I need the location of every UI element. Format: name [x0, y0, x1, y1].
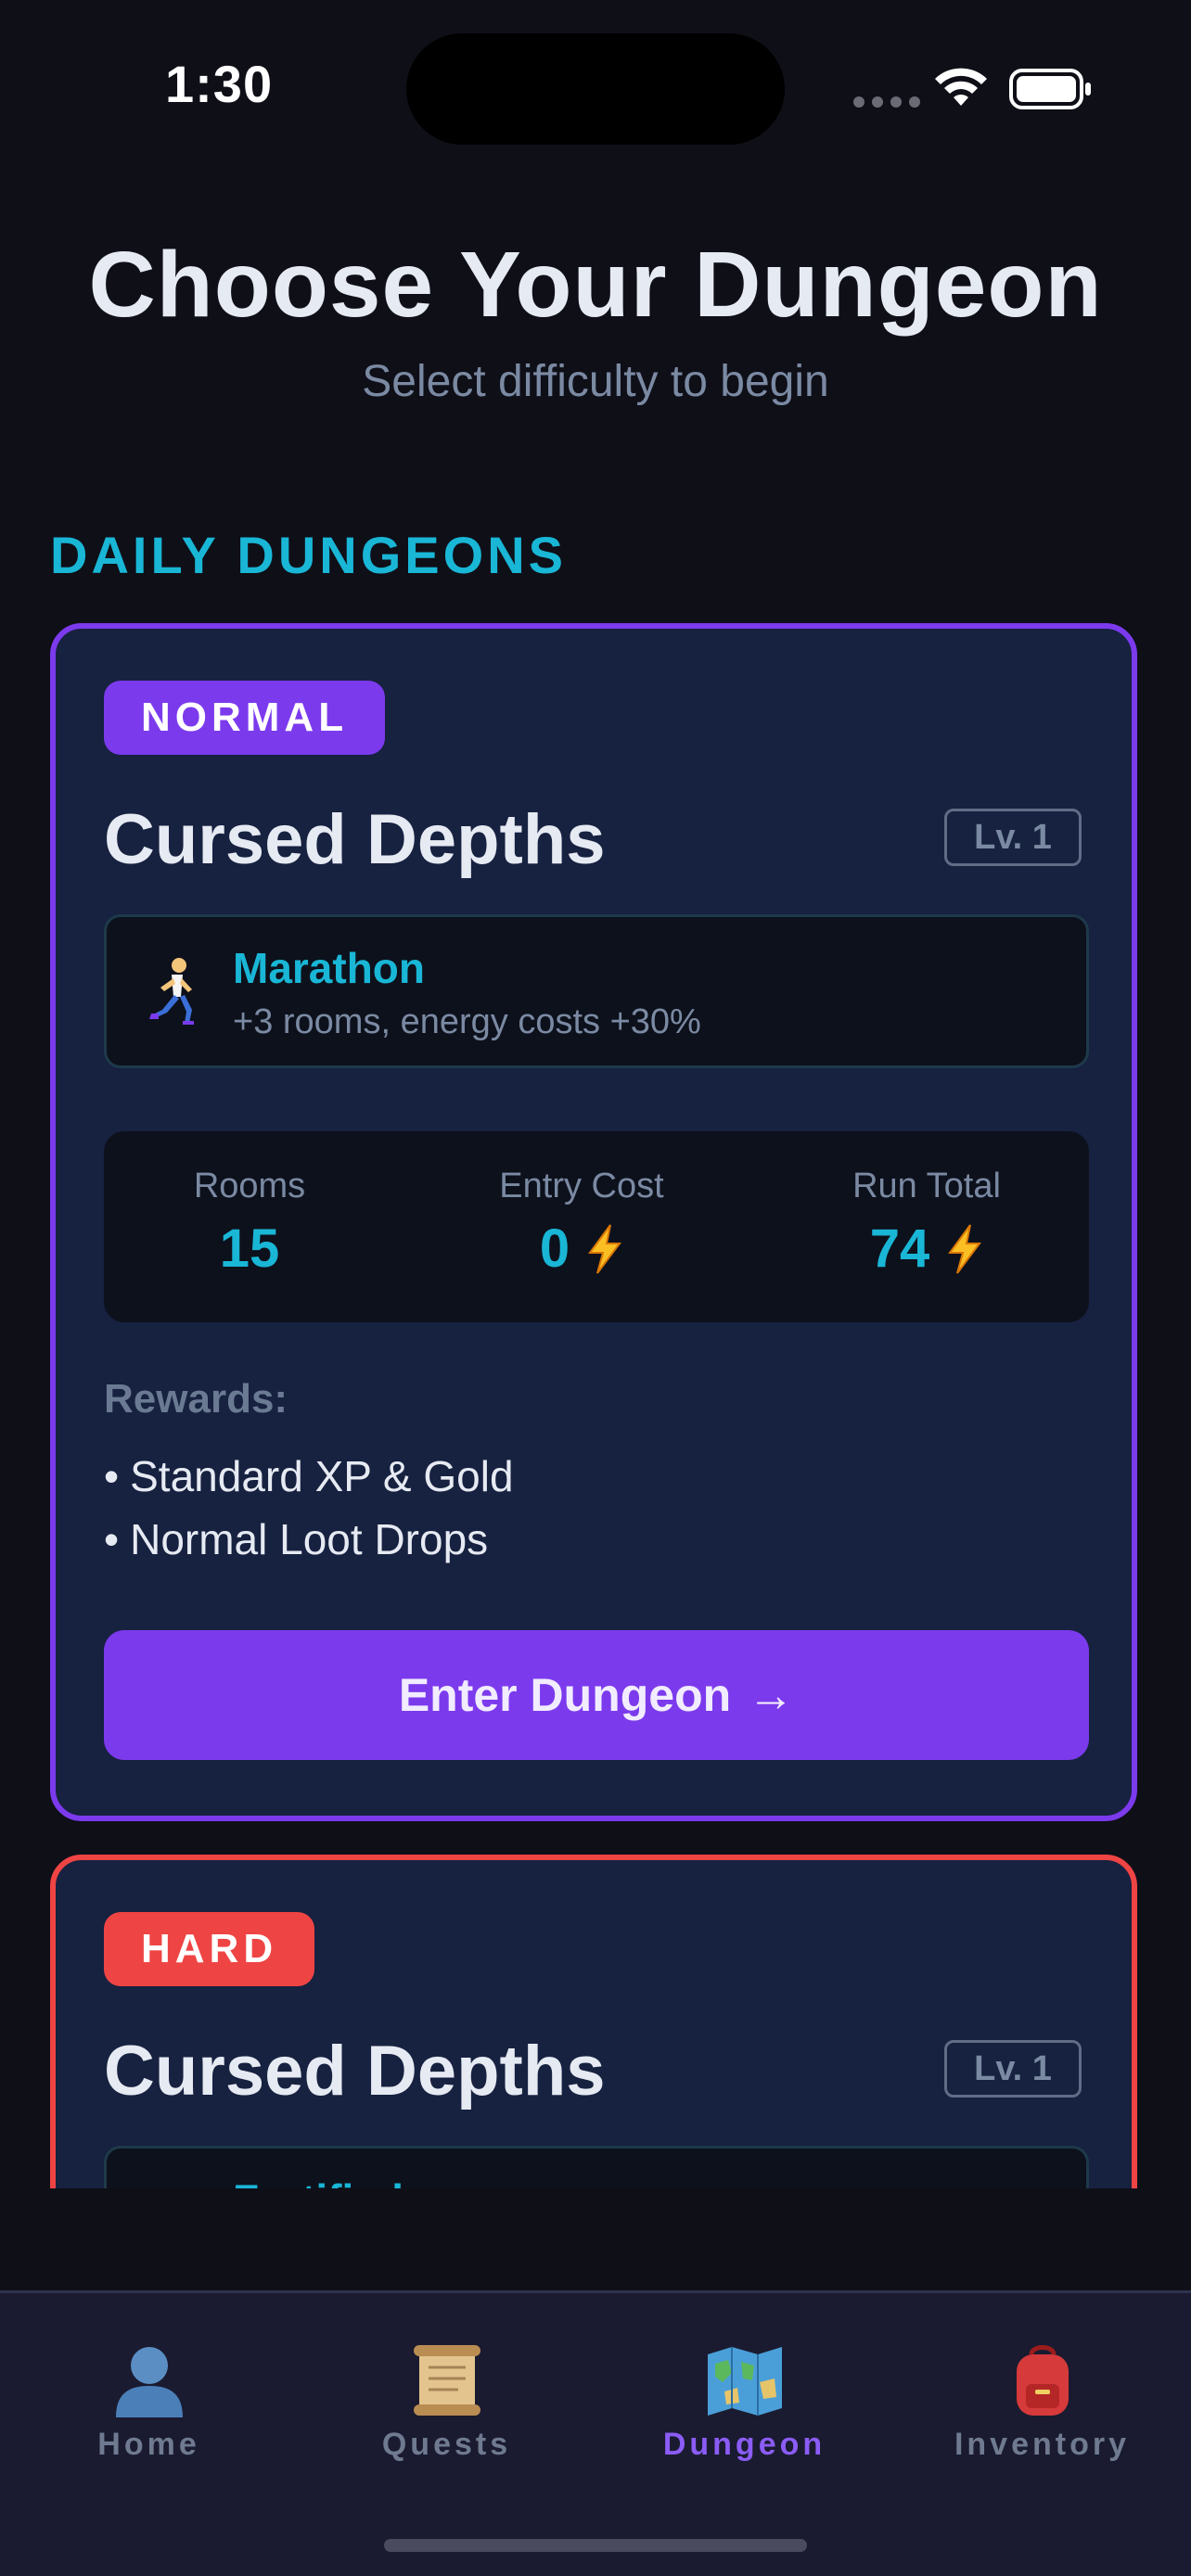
- stat-value: 0: [432, 1218, 731, 1280]
- stat-value: 15: [104, 1218, 395, 1280]
- rooms-value: 15: [219, 1218, 280, 1279]
- bullet: •: [104, 1515, 120, 1563]
- dynamic-island: [406, 33, 785, 145]
- page-subtitle: Select difficulty to begin: [362, 357, 829, 406]
- status-bar: 1:30: [0, 0, 1191, 176]
- enter-dungeon-button[interactable]: Enter Dungeon →: [104, 1630, 1089, 1760]
- reward-item: • Standard XP & Gold: [104, 1445, 514, 1508]
- stat-label: Entry Cost: [499, 1167, 664, 1205]
- tab-inventory[interactable]: Inventory: [893, 2341, 1191, 2463]
- runner-icon: [149, 958, 194, 1025]
- entry-cost-value: 0: [539, 1218, 570, 1279]
- status-time: 1:30: [165, 55, 274, 113]
- tab-bar: Home Quests Dungeon Inventory: [0, 2290, 1191, 2576]
- lightning-icon: [948, 1223, 982, 1274]
- cellular-signal-icon: [853, 96, 920, 108]
- reward-text: Normal Loot Drops: [130, 1515, 489, 1563]
- home-indicator: [384, 2539, 807, 2552]
- tab-label: Quests: [381, 2427, 512, 2462]
- backpack-icon: [1016, 2345, 1069, 2416]
- person-icon: [115, 2347, 183, 2417]
- map-icon: [707, 2347, 782, 2416]
- modifier-name: Marathon: [233, 944, 425, 992]
- tab-dungeon[interactable]: Dungeon: [596, 2341, 893, 2463]
- stat-label: Rooms: [193, 1167, 306, 1205]
- arrow-right-icon: →: [748, 1669, 795, 1721]
- battery-icon: [1009, 69, 1091, 109]
- reward-text: Standard XP & Gold: [130, 1452, 514, 1500]
- stat-label: Run Total: [852, 1167, 1001, 1205]
- stats-panel: Rooms 15 Entry Cost 0 Run Total 74: [104, 1131, 1089, 1322]
- tab-quests[interactable]: Quests: [298, 2341, 596, 2463]
- stat-value: 74: [775, 1218, 1078, 1280]
- rewards-list: • Standard XP & Gold • Normal Loot Drops: [104, 1445, 514, 1571]
- tab-label: Home: [97, 2427, 200, 2462]
- level-badge: Lv. 1: [944, 809, 1082, 866]
- modifier-name: Fortified: [233, 2174, 403, 2188]
- difficulty-badge: HARD: [104, 1912, 315, 1986]
- rewards-label: Rewards:: [104, 1376, 288, 1422]
- dungeon-card-hard[interactable]: HARD Cursed Depths Lv. 1 Fortified: [50, 1855, 1137, 2188]
- modifier-description: +3 rooms, energy costs +30%: [233, 1002, 701, 1041]
- scroll-icon: [413, 2345, 480, 2416]
- enter-dungeon-label: Enter Dungeon: [398, 1669, 732, 1721]
- section-heading: DAILY DUNGEONS: [50, 526, 567, 584]
- wifi-icon: [935, 68, 987, 106]
- lightning-icon: [588, 1223, 622, 1274]
- modifier-panel: Marathon +3 rooms, energy costs +30%: [104, 914, 1089, 1068]
- tab-label: Dungeon: [662, 2427, 826, 2462]
- run-total-value: 74: [869, 1218, 930, 1279]
- tab-home[interactable]: Home: [0, 2341, 298, 2463]
- dungeon-name: Cursed Depths: [104, 2032, 606, 2111]
- stat-entry-cost: Entry Cost 0: [432, 1167, 731, 1280]
- stat-run-total: Run Total 74: [775, 1167, 1078, 1280]
- stat-rooms: Rooms 15: [104, 1167, 395, 1280]
- tab-label: Inventory: [954, 2427, 1131, 2462]
- level-badge: Lv. 1: [944, 2040, 1082, 2098]
- modifier-panel: Fortified: [104, 2146, 1089, 2188]
- reward-item: • Normal Loot Drops: [104, 1508, 514, 1571]
- dungeon-list[interactable]: NORMAL Cursed Depths Lv. 1 Marathon +3 r…: [0, 612, 1191, 2188]
- dungeon-name: Cursed Depths: [104, 800, 606, 879]
- page-title: Choose Your Dungeon: [88, 233, 1103, 337]
- dungeon-card-normal[interactable]: NORMAL Cursed Depths Lv. 1 Marathon +3 r…: [50, 623, 1137, 1821]
- bullet: •: [104, 1452, 120, 1500]
- difficulty-badge: NORMAL: [104, 681, 386, 755]
